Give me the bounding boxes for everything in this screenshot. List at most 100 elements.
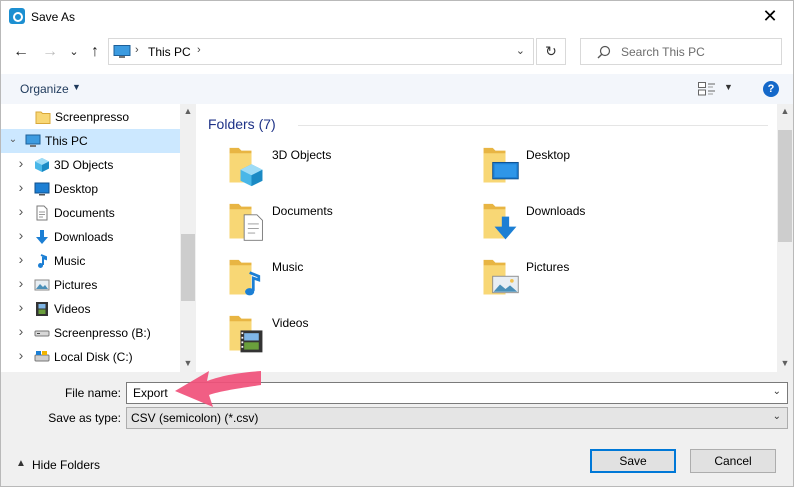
- sidebar-item-label: Screenpresso: [55, 110, 130, 124]
- folder-item[interactable]: Pictures: [480, 258, 710, 310]
- group-divider: [298, 125, 768, 126]
- chevron-down-icon[interactable]: ⌄: [773, 386, 781, 397]
- folder-label: Videos: [272, 316, 309, 330]
- picture-icon: [34, 277, 50, 293]
- computer-icon: [25, 133, 41, 149]
- scroll-down-icon[interactable]: ▼: [180, 358, 196, 368]
- chevron-right-icon[interactable]: ›: [16, 347, 26, 363]
- search-icon: [597, 45, 611, 59]
- content-scrollbar[interactable]: ▲ ▼: [777, 104, 793, 372]
- sidebar-item-label: This PC: [45, 134, 88, 148]
- sidebar-item-label: 3D Objects: [54, 158, 114, 172]
- sidebar-item[interactable]: › Pictures: [1, 273, 180, 297]
- search-placeholder: Search This PC: [621, 45, 705, 59]
- window-title: Save As: [31, 10, 76, 24]
- chevron-right-icon[interactable]: ›: [16, 155, 26, 171]
- sidebar-item[interactable]: › Documents: [1, 201, 180, 225]
- organize-caret-icon[interactable]: ▼: [72, 82, 81, 92]
- back-arrow-icon[interactable]: ←: [11, 42, 31, 62]
- scroll-up-icon[interactable]: ▲: [777, 106, 793, 116]
- chevron-right-icon[interactable]: ›: [16, 203, 26, 219]
- filetype-value: CSV (semicolon) (*.csv): [131, 411, 259, 425]
- sidebar-item[interactable]: Screenpresso: [1, 105, 180, 129]
- chevron-right-icon[interactable]: ›: [16, 179, 26, 195]
- music-icon: [34, 253, 50, 269]
- chevron-down-icon[interactable]: ⌄: [8, 134, 18, 145]
- save-button[interactable]: Save: [590, 449, 676, 473]
- scroll-down-icon[interactable]: ▼: [777, 358, 793, 368]
- document-folder-icon: [229, 203, 263, 241]
- video-folder-icon: [229, 315, 263, 353]
- folder-label: Music: [272, 260, 304, 274]
- sidebar-item[interactable]: › Downloads: [1, 225, 180, 249]
- filename-label: File name:: [64, 386, 121, 400]
- recent-locations-chevron-icon[interactable]: ⌄: [64, 42, 84, 62]
- folder-item[interactable]: Documents: [226, 202, 456, 254]
- scroll-up-icon[interactable]: ▲: [180, 106, 196, 116]
- save-options-panel: File name: Export ⌄ Save as type: CSV (s…: [1, 372, 793, 486]
- folder-label: Desktop: [526, 148, 571, 162]
- picture-folder-icon: [483, 259, 519, 295]
- download-folder-icon: [483, 203, 517, 240]
- navigation-scrollbar[interactable]: ▲ ▼: [180, 104, 196, 372]
- breadcrumb-chevron-icon[interactable]: ›: [197, 44, 201, 56]
- chevron-right-icon[interactable]: ›: [16, 323, 26, 339]
- sidebar-item[interactable]: › Local Disk (C:): [1, 345, 180, 369]
- folder-item[interactable]: Videos: [226, 314, 456, 366]
- folder-label: Documents: [272, 204, 333, 218]
- chevron-right-icon[interactable]: ›: [16, 275, 26, 291]
- address-dropdown-icon[interactable]: ⌄: [516, 44, 525, 57]
- scrollbar-thumb[interactable]: [778, 130, 792, 242]
- address-bar[interactable]: › This PC › ⌄: [108, 38, 534, 65]
- search-input[interactable]: Search This PC: [580, 38, 782, 65]
- navigation-pane: › Local Disk (C:) › Screenpresso (B:) › Video…: [1, 104, 196, 372]
- forward-arrow-icon[interactable]: →: [40, 42, 60, 62]
- close-button[interactable]: ✕: [747, 1, 793, 31]
- folder-item[interactable]: Downloads: [480, 202, 710, 254]
- sidebar-item-label: Pictures: [54, 278, 98, 292]
- command-bar: Organize ▼ ▼ ?: [1, 74, 793, 104]
- organize-button[interactable]: Organize: [20, 82, 69, 96]
- chevron-right-icon[interactable]: ›: [16, 299, 26, 315]
- desktop-folder-icon: [483, 147, 519, 183]
- scrollbar-thumb[interactable]: [181, 234, 195, 301]
- folders-group-header[interactable]: Folders (7): [208, 116, 276, 132]
- folder-item[interactable]: Desktop: [480, 146, 710, 198]
- chevron-right-icon[interactable]: ›: [16, 227, 26, 243]
- desktop-icon: [34, 181, 50, 197]
- cube-icon: [34, 157, 50, 173]
- sidebar-item[interactable]: › Desktop: [1, 177, 180, 201]
- view-options-icon[interactable]: [698, 82, 716, 96]
- folder-item[interactable]: Music: [226, 258, 456, 310]
- folder-item[interactable]: 3D Objects: [226, 146, 456, 198]
- view-dropdown-icon[interactable]: ▼: [724, 82, 733, 92]
- folder-view: Folders (7) 3D Objects Desktop Documents Do…: [198, 104, 777, 372]
- sidebar-item[interactable]: › 3D Objects: [1, 153, 180, 177]
- sidebar-item[interactable]: › Videos: [1, 297, 180, 321]
- save-as-dialog: Save As ✕ ← → ⌄ ↑ › This PC › ⌄ ↻ Search…: [0, 0, 794, 487]
- sidebar-item[interactable]: › Screenpresso (B:): [1, 321, 180, 345]
- sidebar-item[interactable]: › Music: [1, 249, 180, 273]
- filetype-select[interactable]: CSV (semicolon) (*.csv) ⌄: [126, 407, 788, 429]
- folder-label: 3D Objects: [272, 148, 332, 162]
- help-icon[interactable]: ?: [763, 81, 779, 97]
- music-folder-icon: [229, 259, 261, 296]
- breadcrumb-separator-icon: ›: [135, 44, 139, 56]
- up-arrow-icon[interactable]: ↑: [85, 42, 105, 62]
- video-icon: [34, 301, 50, 317]
- title-bar: Save As ✕: [1, 1, 793, 32]
- breadcrumb-this-pc[interactable]: This PC: [148, 45, 191, 59]
- cancel-button[interactable]: Cancel: [690, 449, 776, 473]
- sidebar-item[interactable]: ⌄ This PC: [1, 129, 180, 153]
- computer-icon: [113, 45, 131, 58]
- screenpresso-app-icon: [9, 8, 25, 24]
- filename-field[interactable]: Export ⌄: [126, 382, 788, 404]
- disk-icon: [34, 349, 50, 365]
- chevron-right-icon[interactable]: ›: [16, 251, 26, 267]
- sidebar-item-label: Videos: [54, 302, 91, 316]
- filetype-label: Save as type:: [48, 411, 121, 425]
- drive-icon: [34, 325, 50, 341]
- filename-value: Export: [133, 386, 168, 400]
- chevron-down-icon[interactable]: ⌄: [773, 411, 781, 422]
- refresh-icon[interactable]: ↻: [536, 38, 566, 65]
